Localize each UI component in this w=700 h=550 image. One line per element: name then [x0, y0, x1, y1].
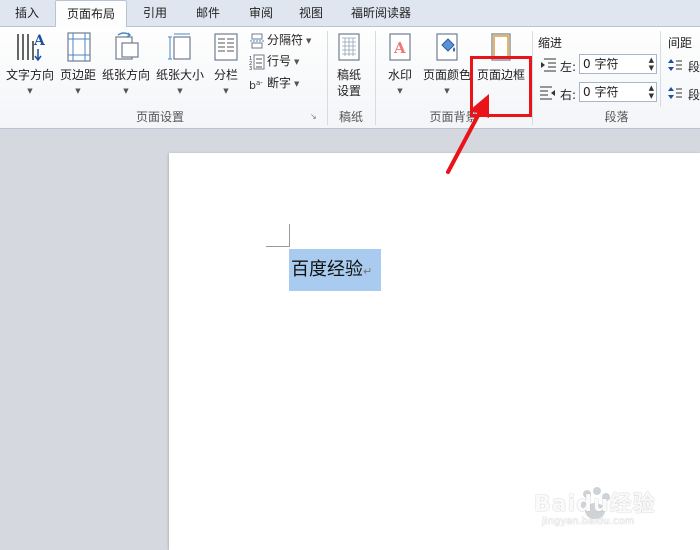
tab-insert[interactable]: 插入 — [8, 0, 46, 26]
paragraph-mark: ↵ — [363, 265, 373, 278]
orientation-label: 纸张方向 — [101, 68, 150, 82]
tab-review[interactable]: 审阅 — [242, 0, 280, 26]
chevron-down-icon: ▼ — [397, 87, 403, 95]
chevron-down-icon: ▼ — [306, 36, 312, 45]
tab-references[interactable]: 引用 — [136, 0, 174, 26]
watermark-brand: Baidu经验 — [534, 492, 656, 517]
line-numbers-button[interactable]: 1 2 3 行号 ▼ — [249, 51, 299, 71]
line-numbers-label: 行号 — [267, 54, 292, 68]
indent-right-label: 右: — [560, 88, 577, 102]
margins-button[interactable]: 页边距 ▼ — [58, 31, 98, 95]
orientation-button[interactable]: 纸张方向 ▼ — [100, 31, 152, 95]
chevron-down-icon: ▼ — [75, 87, 81, 95]
svg-text:3: 3 — [249, 66, 252, 70]
indent-left-icon — [540, 58, 556, 75]
paper-size-icon — [168, 33, 191, 60]
svg-text:A: A — [33, 33, 46, 49]
text-direction-label: 文字方向 — [5, 68, 54, 82]
svg-text:A: A — [393, 39, 406, 57]
page-color-button[interactable]: 页面颜色 ▼ — [422, 31, 472, 95]
spacing-after-icon — [668, 86, 682, 103]
columns-button[interactable]: 分栏 ▼ — [208, 31, 244, 95]
indent-left-label: 左: — [560, 60, 577, 74]
page-color-label: 页面颜色 — [422, 68, 471, 82]
svg-text:a-: a- — [256, 79, 263, 87]
tab-page-layout[interactable]: 页面布局 — [55, 0, 127, 27]
watermark-label: 水印 — [387, 68, 412, 82]
chevron-down-icon: ▼ — [223, 87, 229, 95]
document-text-content: 百度经验 — [291, 259, 363, 280]
indent-right-value: 0 字符 — [583, 85, 619, 99]
paragraph-group-label: 段落 — [604, 110, 629, 124]
spacing-before-label: 段 — [688, 60, 700, 74]
document-text[interactable]: 百度经验↵ — [291, 258, 372, 284]
paint-bucket-icon — [436, 33, 458, 61]
hyphenation-label: 断字 — [267, 76, 292, 90]
indent-right-input[interactable]: 0 字符 ▲ ▼ — [579, 82, 657, 102]
manuscript-grid-icon — [338, 33, 360, 61]
text-direction-icon: A — [17, 33, 46, 62]
indent-left-value: 0 字符 — [583, 57, 619, 71]
chevron-down-icon: ▼ — [177, 87, 183, 95]
tab-foxit-reader[interactable]: 福昕阅读器 — [345, 0, 417, 26]
hyphenation-button[interactable]: b a- 断字 ▼ — [249, 73, 299, 93]
columns-icon — [214, 33, 238, 61]
margin-corner-mark — [289, 224, 290, 247]
chevron-down-icon: ▼ — [294, 79, 300, 88]
dialog-launcher-icon[interactable]: ↘ — [310, 112, 317, 121]
tab-mailings[interactable]: 邮件 — [189, 0, 227, 26]
margin-corner-mark — [266, 246, 290, 247]
manuscript-group-label: 稿纸 — [338, 110, 363, 124]
hyphenation-icon: b a- — [249, 79, 263, 92]
manuscript-settings-button[interactable]: 稿纸 设置 — [331, 31, 367, 99]
ribbon-tab-bar: 插入 页面布局 引用 邮件 审阅 视图 福昕阅读器 — [0, 0, 700, 27]
text-direction-button[interactable]: A 文字方向 ▼ — [4, 31, 56, 95]
spacing-before-icon — [668, 58, 682, 75]
ribbon-page-layout: A 文字方向 ▼ 页边距 ▼ 纸张方向 ▼ 纸张大小 ▼ 分栏 ▼ 分隔符 ▼ … — [0, 27, 700, 129]
spacing-after-label: 段 — [688, 88, 700, 102]
chevron-down-icon: ▼ — [294, 57, 300, 66]
orientation-icon — [115, 32, 139, 60]
manuscript-settings-label-1: 稿纸 — [336, 68, 361, 82]
breaks-icon — [250, 33, 264, 48]
breaks-label: 分隔符 — [267, 33, 304, 47]
columns-label: 分栏 — [213, 68, 238, 82]
spinner-arrows-icon[interactable]: ▲ ▼ — [649, 56, 654, 72]
line-numbers-icon: 1 2 3 — [249, 54, 265, 70]
chevron-down-icon: ▼ — [27, 87, 33, 95]
page-setup-group-label: 页面设置 — [135, 110, 184, 124]
spinner-arrows-icon[interactable]: ▲ ▼ — [649, 84, 654, 100]
svg-text:b: b — [249, 79, 256, 92]
baidu-watermark: Baidu经验 jingyan.baidu.com — [530, 478, 690, 538]
group-separator — [660, 31, 661, 107]
indent-left-input[interactable]: 0 字符 ▲ ▼ — [579, 54, 657, 74]
chevron-down-icon: ▼ — [123, 87, 129, 95]
paper-size-button[interactable]: 纸张大小 ▼ — [154, 31, 206, 95]
margins-label: 页边距 — [59, 68, 96, 82]
red-arrow-icon — [446, 94, 489, 174]
breaks-button[interactable]: 分隔符 ▼ — [249, 30, 311, 50]
indent-right-icon — [540, 86, 556, 103]
watermark-icon: A — [389, 33, 411, 61]
manuscript-settings-label-2: 设置 — [336, 84, 361, 98]
watermark-url: jingyan.baidu.com — [542, 516, 635, 527]
tab-view[interactable]: 视图 — [292, 0, 330, 26]
margins-icon — [67, 32, 91, 62]
watermark-button[interactable]: A 水印 ▼ — [382, 31, 418, 95]
paper-size-label: 纸张大小 — [155, 68, 204, 82]
spacing-title: 间距 — [668, 36, 693, 50]
indent-title: 缩进 — [538, 36, 563, 50]
